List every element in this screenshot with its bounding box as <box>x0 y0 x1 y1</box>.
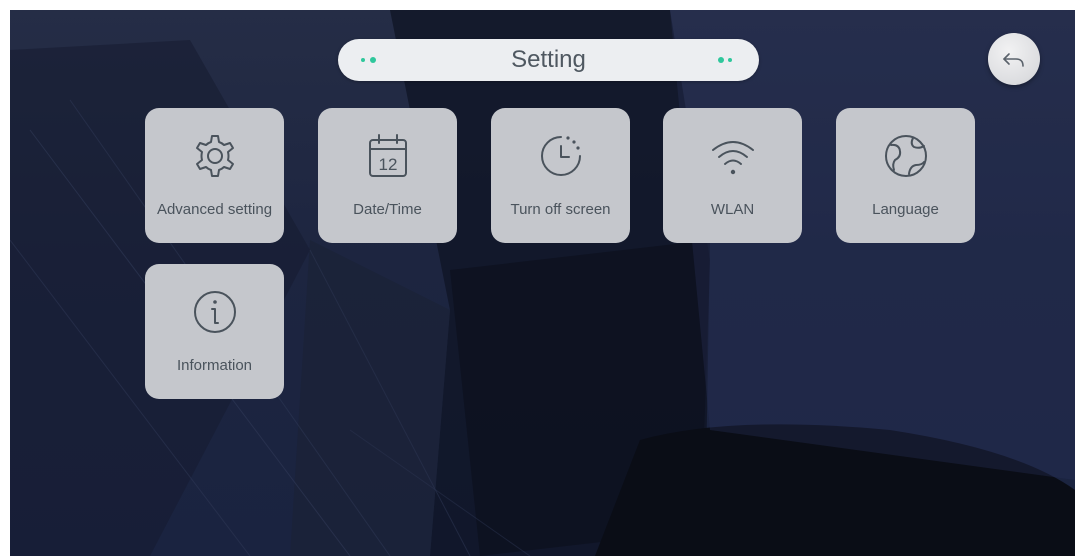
tile-label: Language <box>872 201 939 218</box>
tile-information[interactable]: Information <box>145 264 284 399</box>
page-title: Setting <box>511 46 586 73</box>
tile-language[interactable]: Language <box>836 108 975 243</box>
calendar-icon-text: 12 <box>379 155 398 174</box>
info-icon <box>194 291 236 333</box>
tile-turn-off-screen[interactable]: Turn off screen <box>491 108 630 243</box>
globe-icon <box>885 135 927 177</box>
tile-label: Turn off screen <box>510 201 611 218</box>
wifi-icon <box>712 141 754 175</box>
tile-label: Date/Time <box>353 201 422 218</box>
back-arrow-icon <box>1003 53 1024 67</box>
tile-advanced-setting[interactable]: Advanced setting <box>145 108 284 243</box>
app-screen: Setting Advanced setting 12 Date/Time Tu… <box>10 10 1075 556</box>
back-button[interactable] <box>988 33 1040 85</box>
clock-timer-icon <box>541 136 581 176</box>
tile-date-time[interactable]: 12 Date/Time <box>318 108 457 243</box>
calendar-icon: 12 <box>369 134 407 177</box>
title-bar: Setting <box>338 39 759 81</box>
tile-label: Advanced setting <box>156 201 273 218</box>
tile-wlan[interactable]: WLAN <box>663 108 802 243</box>
gear-icon <box>196 135 234 177</box>
tile-label: WLAN <box>710 201 755 218</box>
decorative-dots-right <box>714 57 736 63</box>
tile-label: Information <box>176 357 253 374</box>
